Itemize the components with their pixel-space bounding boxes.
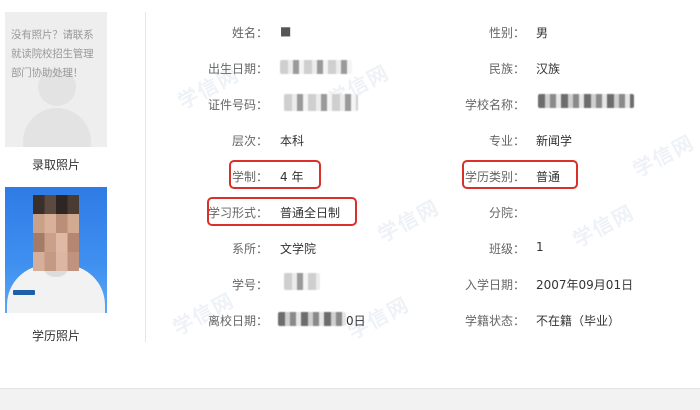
id-number-label: 证件号码： (207, 98, 268, 112)
id-number-redacted (284, 94, 358, 111)
major-label: 专业： (488, 134, 525, 148)
admission-photo-label: 录取照片 (31, 158, 80, 172)
name-label: 姓名： (231, 26, 268, 40)
school-name-redacted (538, 94, 634, 108)
enrollment-date-value: 2007年09月01日 (536, 278, 634, 292)
watermark: 学信网 (568, 199, 639, 252)
leave-date-redacted (278, 312, 346, 326)
status-label: 学籍状态： (464, 314, 525, 328)
pixelated-face (33, 195, 79, 271)
footer-bar (0, 388, 700, 410)
duration-highlight (229, 160, 321, 189)
ethnicity-label: 民族： (488, 62, 525, 76)
level-label: 层次： (231, 134, 268, 148)
watermark: 学信网 (628, 129, 699, 182)
study-form-highlight (207, 197, 357, 226)
leave-date-label: 离校日期： (207, 314, 268, 328)
birth-date-label: 出生日期： (207, 62, 268, 76)
leave-date-value: 0日 (346, 314, 366, 328)
level-value: 本科 (280, 134, 305, 148)
education-type-highlight (462, 160, 578, 189)
school-name-label: 学校名称： (464, 98, 525, 112)
ethnicity-value: 汉族 (536, 62, 561, 76)
enrollment-date-label: 入学日期： (464, 278, 525, 292)
shirt-logo (13, 290, 35, 295)
class-label: 班级： (488, 242, 525, 256)
class-value: 1 (536, 240, 544, 254)
watermark: 学信网 (373, 194, 444, 247)
student-id-label: 学号： (231, 278, 268, 292)
gender-label: 性别： (488, 26, 525, 40)
degree-photo (5, 187, 107, 313)
degree-photo-label: 学历照片 (31, 329, 80, 343)
photo-column: 没有照片？请联系就读院校招生管理部门协助处理！ 录取照片 学历照片 (0, 0, 148, 409)
branch-label: 分院： (488, 206, 525, 220)
column-divider (145, 12, 146, 342)
department-label: 系所： (231, 242, 268, 256)
no-photo-message: 没有照片？请联系就读院校招生管理部门协助处理！ (11, 29, 94, 79)
admission-photo-placeholder: 没有照片？请联系就读院校招生管理部门协助处理！ (5, 12, 107, 147)
student-id-redacted (284, 273, 320, 290)
major-value: 新闻学 (536, 134, 573, 148)
department-value: 文学院 (280, 242, 317, 256)
avatar-silhouette-body (23, 108, 91, 147)
status-value: 不在籍（毕业） (536, 314, 621, 328)
birth-date-redacted (280, 60, 352, 74)
name-value: ■ (280, 24, 292, 38)
gender-value: 男 (536, 26, 549, 40)
